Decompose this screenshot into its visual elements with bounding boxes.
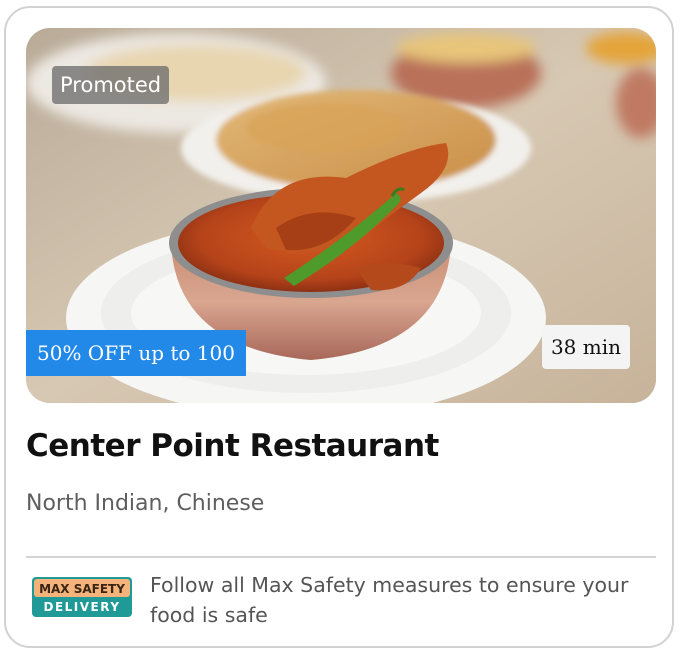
delivery-time-badge: 38 min [541,325,630,369]
badge-line1: MAX SAFETY [39,582,125,596]
restaurant-image[interactable]: Promoted 50% OFF up to 100 38 min [26,28,656,403]
cuisine-list: North Indian, Chinese [26,491,265,516]
max-safety-badge-icon: MAX SAFETY DELIVERY [31,576,133,618]
restaurant-name[interactable]: Center Point Restaurant [26,428,439,464]
promoted-tag: Promoted [52,66,170,104]
discount-badge: 50% OFF up to 100 [26,330,246,376]
divider [26,556,656,558]
safety-message: Follow all Max Safety measures to ensure… [150,573,629,627]
badge-line2: DELIVERY [43,600,120,614]
